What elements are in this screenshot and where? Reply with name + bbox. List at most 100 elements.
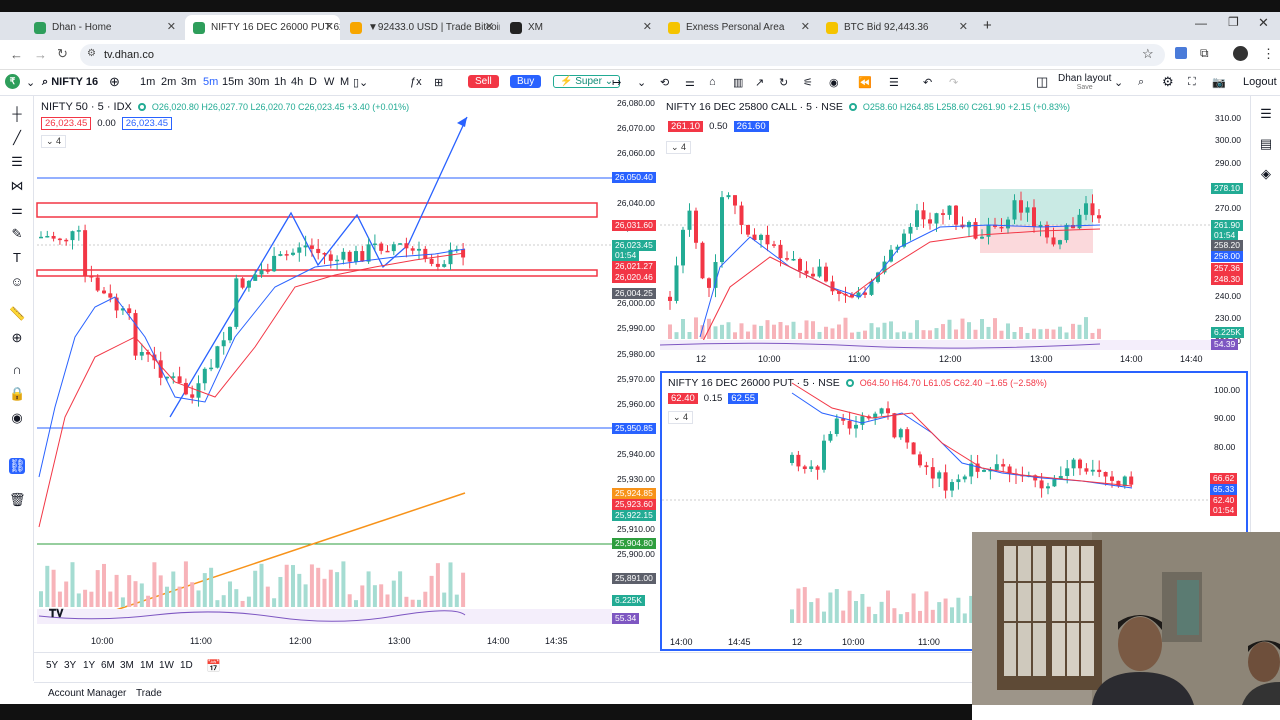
range-3Y[interactable]: 3Y — [64, 660, 76, 671]
tab-close-icon[interactable]: ✕ — [325, 20, 334, 33]
tab-close-icon[interactable]: ✕ — [801, 20, 810, 33]
range-1D[interactable]: 1D — [180, 660, 193, 671]
indicators-icon[interactable]: ƒx — [410, 76, 422, 88]
tab-close-icon[interactable]: ✕ — [643, 20, 652, 33]
ask-price[interactable]: 62.55 — [728, 393, 759, 404]
text-icon[interactable]: T — [9, 250, 25, 266]
logout-button[interactable]: Logout — [1243, 76, 1277, 88]
gear-icon[interactable]: ⚙ — [1162, 74, 1174, 90]
chart-type-icon[interactable]: ▯⌄ — [353, 76, 368, 89]
indicators-toggle[interactable]: ⌄ 4 — [666, 141, 692, 154]
browser-tab[interactable]: NIFTY 16 DEC 26000 PUT 62.40✕ — [185, 15, 340, 40]
eye-icon[interactable]: ◉ — [9, 410, 25, 426]
bid-price[interactable]: 261.10 — [668, 121, 704, 132]
interval-1m[interactable]: 1m — [140, 76, 155, 88]
basket-icon[interactable]: ⌂ — [709, 76, 716, 88]
interval-M[interactable]: M — [340, 76, 349, 88]
lock-icon[interactable]: 🔒 — [9, 386, 25, 402]
browser-tab[interactable]: XM ✕ — [502, 15, 658, 40]
indicators-toggle[interactable]: ⌄ 4 — [668, 411, 694, 424]
interval-5m[interactable]: 5m — [203, 76, 218, 88]
alert-icon[interactable]: ⌄ — [637, 76, 646, 89]
layout-grid-icon[interactable]: ◫ — [1036, 74, 1048, 90]
interval-1h[interactable]: 1h — [274, 76, 286, 88]
quick-search-icon[interactable]: ⌕ — [1138, 76, 1144, 89]
browser-tab[interactable]: ▼92433.0 USD | Trade Bitcoin ✕ — [342, 15, 500, 40]
browser-tab[interactable]: Dhan - Home ✕ — [26, 15, 182, 40]
trendline-icon[interactable]: ╱ — [9, 130, 25, 146]
alerts-list-icon[interactable]: ▤ — [1258, 136, 1274, 152]
close-window-icon[interactable]: ✕ — [1258, 15, 1269, 31]
magnet-icon[interactable]: ∩ — [9, 362, 25, 378]
interval-3m[interactable]: 3m — [181, 76, 196, 88]
indicators-toggle[interactable]: ⌄ 4 — [41, 135, 67, 148]
sell-button[interactable]: Sell — [468, 75, 499, 88]
range-1Y[interactable]: 1Y — [83, 660, 95, 671]
layout-chevron-icon[interactable]: ⌄ — [1114, 76, 1123, 89]
fib-icon[interactable]: ⚌ — [9, 202, 25, 218]
snapshot-icon[interactable]: 📷 — [1212, 76, 1226, 89]
bookmark-star-icon[interactable]: ☆ — [1142, 46, 1154, 62]
bar-chart-icon[interactable]: ▥ — [733, 76, 743, 89]
translate-icon[interactable] — [1175, 47, 1187, 59]
nifty-chart-pane[interactable]: NIFTY 50 · 5 · IDX O26,020.80 H26,027.70… — [35, 97, 657, 653]
reload-icon[interactable]: ↻ — [57, 46, 68, 62]
interval-D[interactable]: D — [309, 76, 317, 88]
order-panel-arrow-icon[interactable]: ↦ — [612, 76, 621, 89]
new-tab-button[interactable]: + — [983, 17, 992, 34]
horizontal-lines-icon[interactable]: ☰ — [9, 154, 25, 170]
extensions-icon[interactable]: ⧉ — [1200, 46, 1209, 61]
browser-tab[interactable]: BTC Bid 92,443.36 ✕ — [818, 15, 974, 40]
nifty-chart-canvas[interactable] — [35, 97, 657, 653]
trash-icon[interactable]: 🗑 — [9, 492, 26, 508]
range-6M[interactable]: 6M — [101, 660, 115, 671]
minimize-icon[interactable]: — — [1195, 16, 1207, 30]
range-1M[interactable]: 1M — [140, 660, 154, 671]
list-icon[interactable]: ☰ — [889, 76, 899, 89]
zoom-in-icon[interactable]: ⊕ — [9, 330, 25, 346]
interval-4h[interactable]: 4h — [291, 76, 303, 88]
symbol-search[interactable]: ⌕ NIFTY 16 — [42, 76, 98, 89]
ask-price[interactable]: 26,023.45 — [121, 117, 173, 130]
replay-icon[interactable]: ⟲ — [660, 76, 669, 89]
layers-icon[interactable]: ◈ — [1258, 166, 1274, 182]
refresh-icon[interactable]: ↻ — [779, 76, 788, 89]
templates-icon[interactable]: ⊞ — [434, 76, 443, 89]
brush-icon[interactable]: ✎ — [9, 226, 25, 242]
range-1W[interactable]: 1W — [159, 660, 174, 671]
super-order-button[interactable]: ⚡ Super ⌄ — [553, 75, 621, 88]
interval-15m[interactable]: 15m — [222, 76, 243, 88]
redo-icon[interactable]: ↷ — [949, 76, 958, 89]
maximize-icon[interactable]: ❐ — [1228, 15, 1239, 29]
range-3M[interactable]: 3M — [120, 660, 134, 671]
broadcast-icon[interactable]: ◉ — [829, 76, 839, 89]
external-link-icon[interactable]: ↗ — [755, 76, 764, 89]
emoji-icon[interactable]: ☺ — [9, 274, 25, 290]
filter-icon[interactable]: ⚟ — [803, 76, 813, 89]
bid-price[interactable]: 62.40 — [668, 393, 698, 404]
link-icon[interactable]: ⛓ — [9, 458, 26, 474]
browser-tab[interactable]: Exness Personal Area ✕ — [660, 15, 816, 40]
rewind-icon[interactable]: ⏪ — [858, 76, 872, 89]
ruler-icon[interactable]: 📏 — [9, 306, 25, 322]
site-info-icon[interactable]: ⚙ — [87, 48, 96, 59]
menu-chevron-icon[interactable]: ⌄ — [26, 76, 35, 89]
call-option-chart-pane[interactable]: NIFTY 16 DEC 25800 CALL · 5 · NSE O258.6… — [660, 97, 1248, 369]
account-manager-tab[interactable]: Account Manager — [48, 688, 126, 699]
tab-close-icon[interactable]: ✕ — [485, 20, 494, 33]
settings-sliders-icon[interactable]: ⚌ — [685, 76, 695, 89]
goto-date-icon[interactable]: 📅 — [206, 659, 221, 673]
forward-icon[interactable]: → — [34, 47, 47, 62]
watchlist-icon[interactable]: ☰ — [1258, 106, 1274, 122]
tab-close-icon[interactable]: ✕ — [167, 20, 176, 33]
ask-price[interactable]: 261.60 — [733, 121, 769, 132]
undo-icon[interactable]: ↶ — [923, 76, 932, 89]
interval-W[interactable]: W — [324, 76, 334, 88]
compare-add-icon[interactable]: ⊕ — [109, 74, 120, 90]
crosshair-icon[interactable]: ┼ — [9, 106, 25, 122]
interval-2m[interactable]: 2m — [161, 76, 176, 88]
trade-tab[interactable]: Trade — [136, 688, 162, 699]
pattern-icon[interactable]: ⋈ — [9, 178, 25, 194]
layout-name[interactable]: Dhan layout Save — [1058, 73, 1111, 91]
call-chart-canvas[interactable] — [660, 97, 1248, 369]
